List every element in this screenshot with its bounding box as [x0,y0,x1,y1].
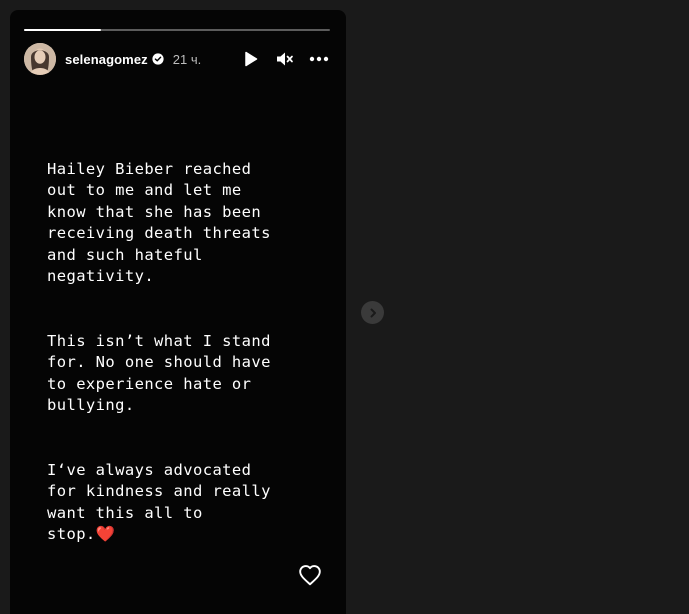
story-progress-bar [24,29,330,31]
red-heart-emoji: ❤️ [95,525,116,543]
avatar[interactable] [24,43,56,75]
more-options-icon[interactable] [308,48,330,70]
story-viewer: selenagomez 21 ч. Hailey Bieber reached … [0,0,689,614]
muted-speaker-icon[interactable] [274,48,296,70]
story-timestamp: 21 ч. [172,51,202,67]
next-story-button[interactable] [361,301,384,324]
story-paragraph-3-wrap: I‘ve always advocated for kindness and r… [47,460,337,546]
like-button[interactable] [297,562,323,588]
story-paragraph-1: Hailey Bieber reached out to me and let … [47,159,271,286]
story-controls [240,48,330,70]
heart-outline-icon [299,565,321,586]
story-header: selenagomez 21 ч. [24,43,330,75]
story-paragraph-2: This isn’t what I stand for. No one shou… [47,331,271,415]
verified-badge-icon [152,53,164,65]
story-text: Hailey Bieber reached out to me and let … [47,137,337,589]
play-icon[interactable] [240,48,262,70]
chevron-right-icon [370,308,376,317]
story-paragraph-3: I‘ve always advocated for kindness and r… [47,460,271,544]
story-progress-fill [24,29,101,31]
story-card[interactable]: selenagomez 21 ч. Hailey Bieber reached … [10,10,346,614]
username[interactable]: selenagomez [65,52,148,67]
